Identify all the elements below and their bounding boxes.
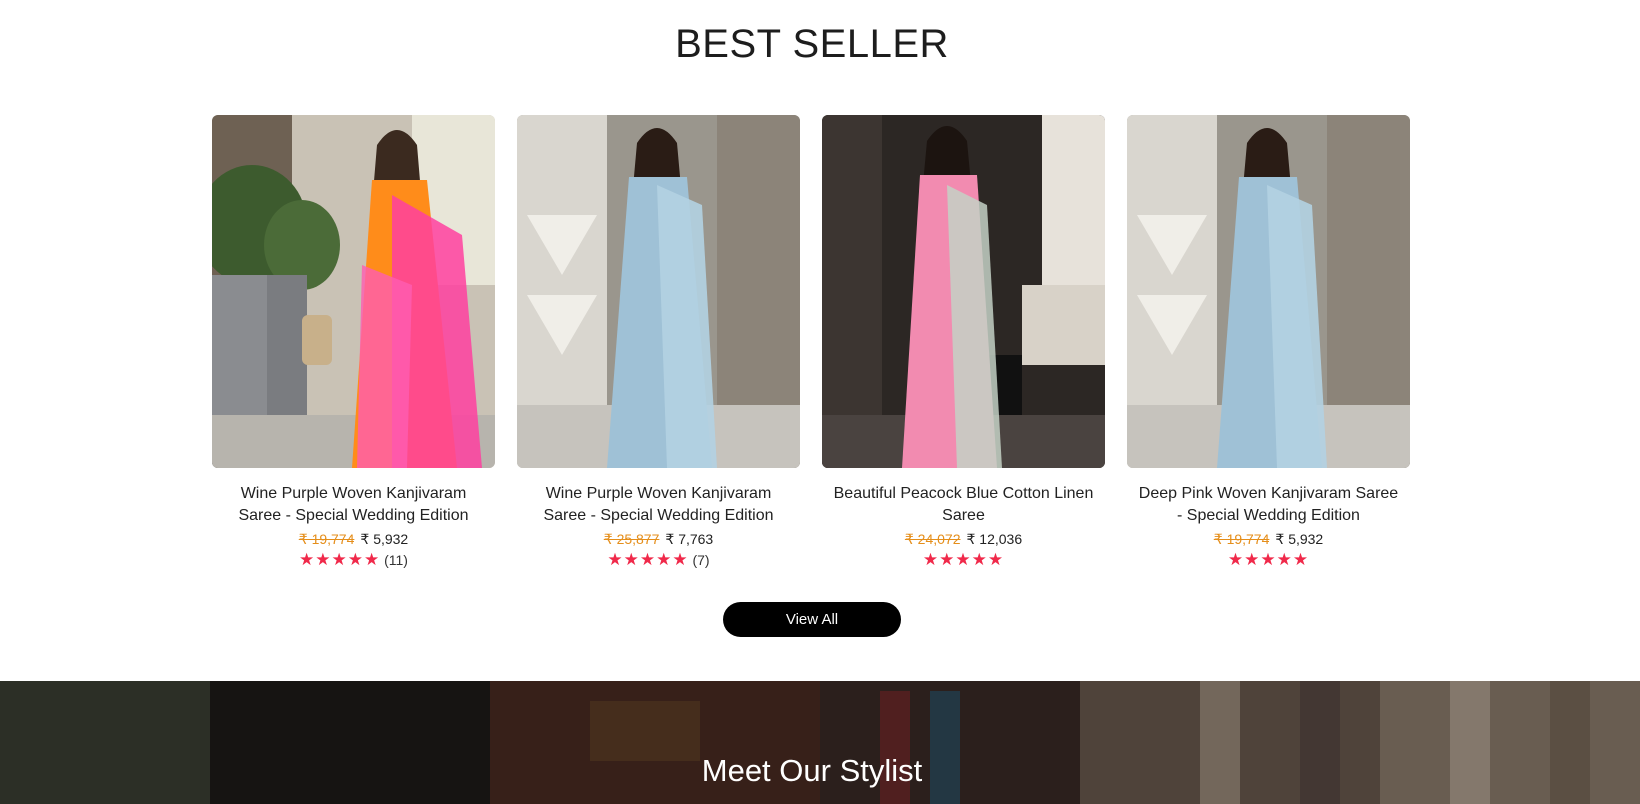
product-image[interactable] bbox=[822, 115, 1105, 468]
sale-price: ₹ 12,036 bbox=[966, 531, 1023, 547]
stylist-banner: Meet Our Stylist bbox=[0, 681, 1640, 804]
product-grid: Wine Purple Woven Kanjivaram Saree - Spe… bbox=[212, 115, 1412, 575]
review-count: (7) bbox=[692, 552, 710, 568]
product-image[interactable] bbox=[212, 115, 495, 468]
sale-price: ₹ 5,932 bbox=[360, 531, 409, 547]
product-name[interactable]: Deep Pink Woven Kanjivaram Saree - Speci… bbox=[1127, 483, 1410, 527]
product-card[interactable]: Wine Purple Woven Kanjivaram Saree - Spe… bbox=[212, 115, 495, 570]
original-price: ₹ 19,774 bbox=[298, 531, 355, 547]
product-rating: ★★★★★ (11) bbox=[212, 550, 495, 570]
product-rating: ★★★★★ bbox=[822, 550, 1105, 570]
product-price: ₹ 24,072 ₹ 12,036 bbox=[822, 531, 1105, 548]
product-card[interactable]: Wine Purple Woven Kanjivaram Saree - Spe… bbox=[517, 115, 800, 570]
original-price: ₹ 25,877 bbox=[603, 531, 660, 547]
original-price: ₹ 19,774 bbox=[1213, 531, 1270, 547]
section-title: BEST SELLER bbox=[675, 22, 949, 66]
product-card[interactable]: Deep Pink Woven Kanjivaram Saree - Speci… bbox=[1127, 115, 1410, 570]
product-name[interactable]: Beautiful Peacock Blue Cotton Linen Sare… bbox=[822, 483, 1105, 527]
product-price: ₹ 19,774 ₹ 5,932 bbox=[1127, 531, 1410, 548]
product-name[interactable]: Wine Purple Woven Kanjivaram Saree - Spe… bbox=[212, 483, 495, 527]
product-image[interactable] bbox=[517, 115, 800, 468]
product-card[interactable]: Beautiful Peacock Blue Cotton Linen Sare… bbox=[822, 115, 1105, 570]
product-name[interactable]: Wine Purple Woven Kanjivaram Saree - Spe… bbox=[517, 483, 800, 527]
sale-price: ₹ 7,763 bbox=[665, 531, 714, 547]
star-icon: ★★★★★ bbox=[922, 550, 1005, 569]
banner-title: Meet Our Stylist bbox=[701, 753, 923, 788]
product-rating: ★★★★★ bbox=[1127, 550, 1410, 570]
original-price: ₹ 24,072 bbox=[904, 531, 961, 547]
star-icon: ★★★★★ bbox=[1227, 550, 1310, 569]
sale-price: ₹ 5,932 bbox=[1275, 531, 1324, 547]
star-icon: ★★★★★ bbox=[299, 550, 381, 569]
product-price: ₹ 19,774 ₹ 5,932 bbox=[212, 531, 495, 548]
view-all-button[interactable]: View All bbox=[723, 602, 901, 637]
review-count: (11) bbox=[384, 552, 408, 568]
product-price: ₹ 25,877 ₹ 7,763 bbox=[517, 531, 800, 548]
product-rating: ★★★★★ (7) bbox=[517, 550, 800, 570]
product-image[interactable] bbox=[1127, 115, 1410, 468]
star-icon: ★★★★★ bbox=[607, 550, 689, 569]
